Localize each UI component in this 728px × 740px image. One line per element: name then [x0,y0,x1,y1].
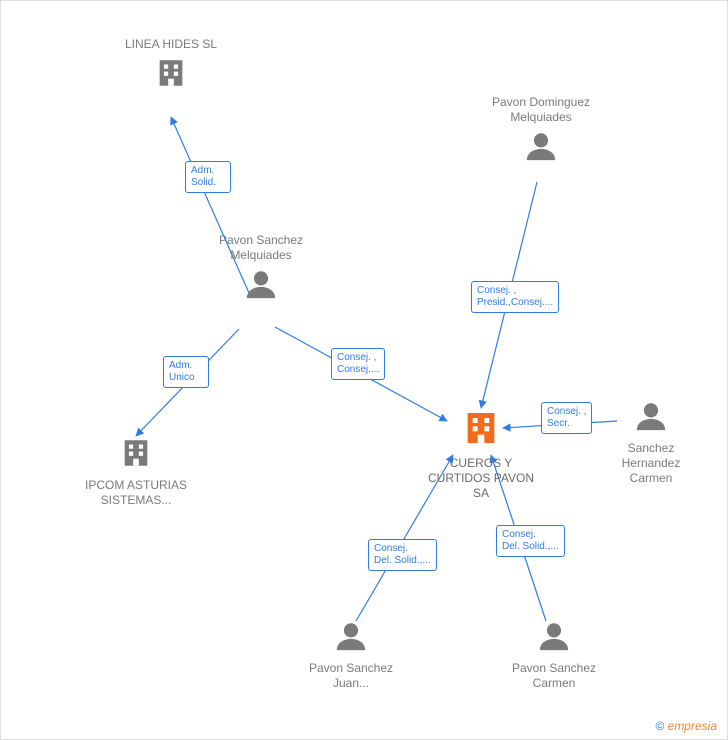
edge-label-consej-secr[interactable]: Consej. , Secr. [541,402,592,434]
person-icon [334,619,368,657]
edge-label-consej-presid[interactable]: Consej. , Presid.,Consej.... [471,281,559,313]
node-label: IPCOM ASTURIAS SISTEMAS... [81,478,191,508]
node-label: Pavon Sanchez Carmen [504,661,604,691]
building-focus-icon [461,408,501,452]
person-icon [244,267,278,305]
edge-label-consej-consej[interactable]: Consej. , Consej.... [331,348,385,380]
node-pavon-sanchez-juan[interactable]: Pavon Sanchez Juan... [301,619,401,691]
building-icon [154,56,188,94]
edge-label-consej-del-solid-right[interactable]: Consej. Del. Solid.,... [496,525,565,557]
person-icon [537,619,571,657]
node-ipcom[interactable]: IPCOM ASTURIAS SISTEMAS... [81,436,191,508]
node-pavon-sanchez-carmen[interactable]: Pavon Sanchez Carmen [504,619,604,691]
brand-name: empresia [668,719,717,733]
node-label: Pavon Dominguez Melquiades [491,95,591,125]
node-cueros-focus[interactable]: CUEROS Y CURTIDOS PAVON SA [421,408,541,501]
node-label: Sanchez Hernandez Carmen [601,441,701,486]
node-linea-hides[interactable]: LINEA HIDES SL [121,37,221,94]
edge-label-adm-solid[interactable]: Adm. Solid. [185,161,231,193]
node-pavon-sanchez-melquiades[interactable]: Pavon Sanchez Melquiades [211,233,311,305]
node-sanchez-hernandez-carmen[interactable]: Sanchez Hernandez Carmen [601,399,701,486]
diagram-stage: Adm. Solid. Adm. Unico Consej. , Consej.… [0,0,728,740]
node-label: CUEROS Y CURTIDOS PAVON SA [421,456,541,501]
copyright: © empresia [655,719,717,733]
node-label: Pavon Sanchez Juan... [301,661,401,691]
building-icon [119,436,153,474]
edge-label-adm-unico[interactable]: Adm. Unico [163,356,209,388]
node-label: Pavon Sanchez Melquiades [211,233,311,263]
node-pavon-dominguez-melquiades[interactable]: Pavon Dominguez Melquiades [491,95,591,167]
person-icon [524,129,558,167]
copyright-symbol: © [655,719,664,733]
person-icon [634,399,668,437]
node-label: LINEA HIDES SL [121,37,221,52]
edge-label-consej-del-solid-left[interactable]: Consej. Del. Solid.,... [368,539,437,571]
